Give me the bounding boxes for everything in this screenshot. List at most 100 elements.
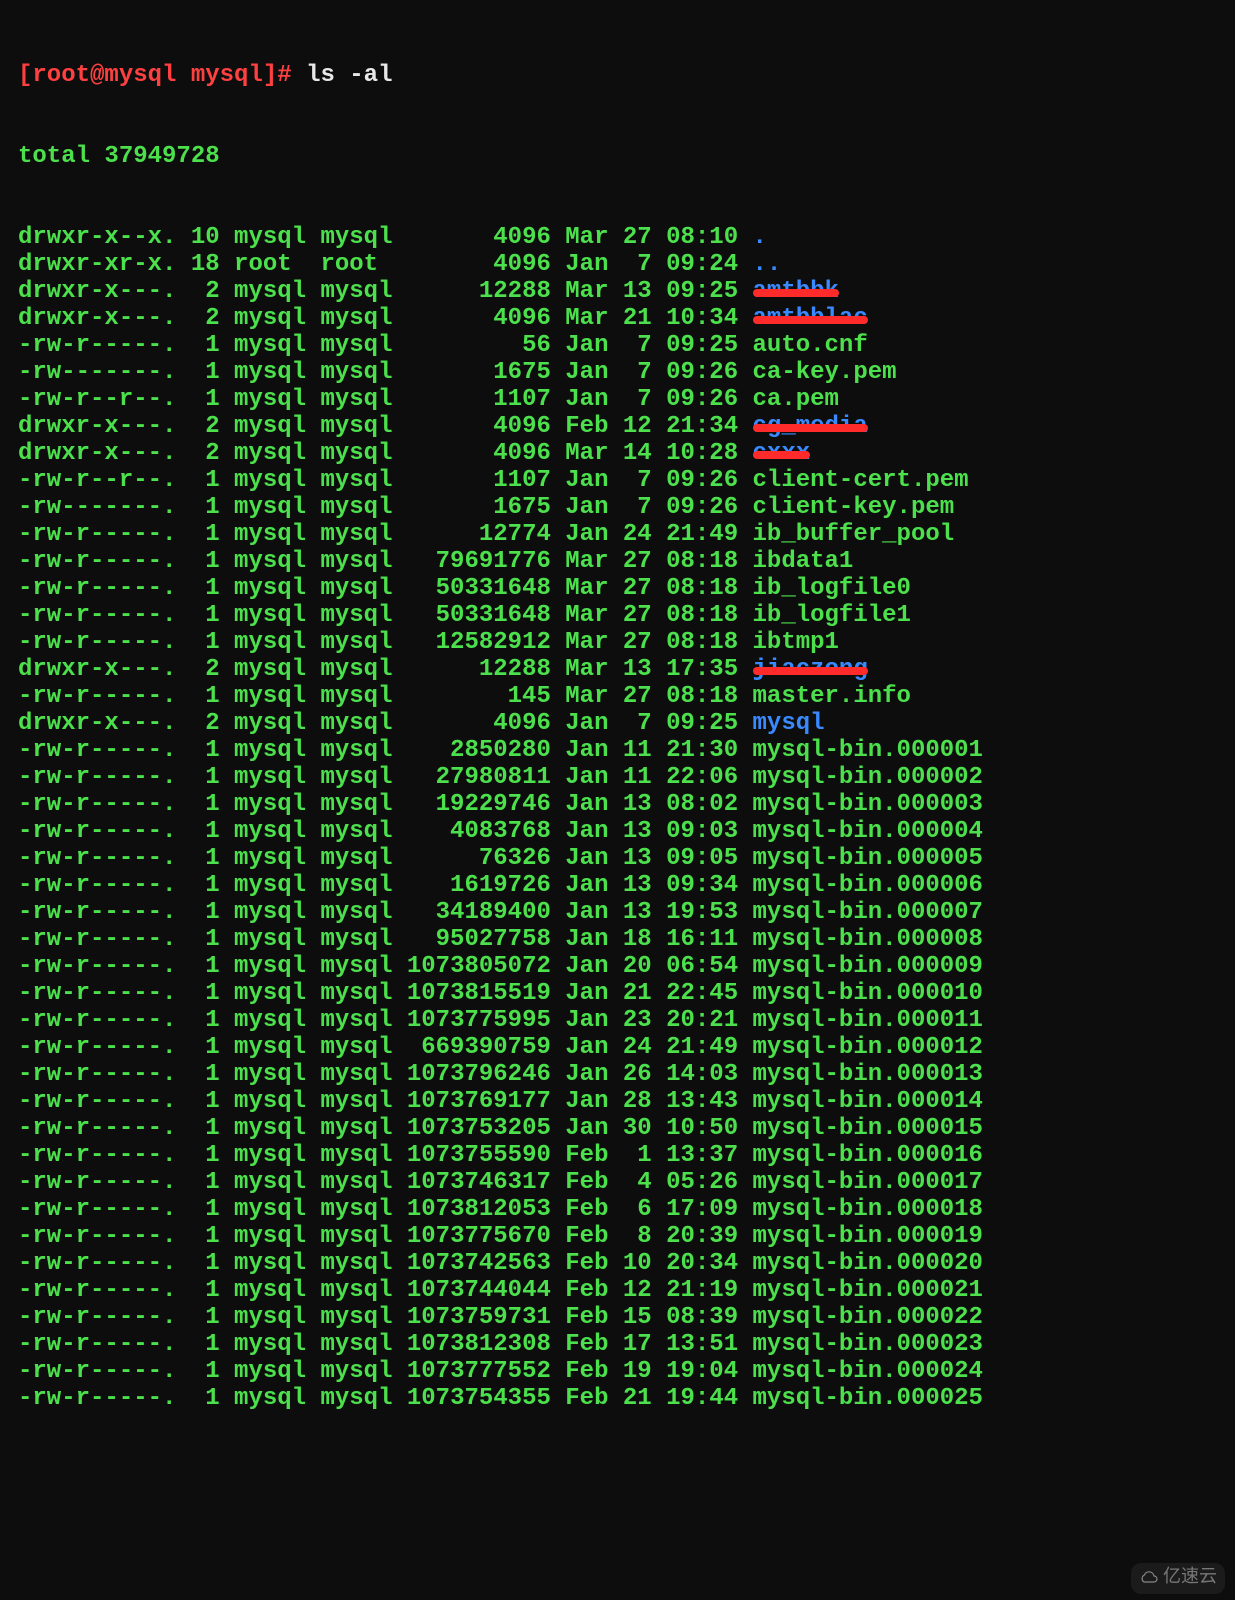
prompt-command: ls -al xyxy=(306,62,392,89)
size: 1073754355 xyxy=(407,1385,551,1412)
link-count: 1 xyxy=(191,1223,220,1250)
size: 4096 xyxy=(407,413,551,440)
terminal-output[interactable]: [root@mysql mysql]# ls -al total 3794972… xyxy=(0,0,1235,1447)
owner: mysql xyxy=(234,1034,306,1061)
group: mysql xyxy=(320,359,392,386)
perm: -rw-r-----. xyxy=(18,1223,176,1250)
link-count: 1 xyxy=(191,1061,220,1088)
file-name: mysql-bin.000013 xyxy=(753,1061,983,1088)
cloud-icon xyxy=(1139,1568,1163,1588)
list-row: -rw-r-----. 1 mysql mysql 1073815519 Jan… xyxy=(18,980,1217,1007)
owner: mysql xyxy=(234,575,306,602)
size: 145 xyxy=(407,683,551,710)
date: Jan 7 09:26 xyxy=(565,359,738,386)
owner: mysql xyxy=(234,1277,306,1304)
file-name: mysql-bin.000015 xyxy=(753,1115,983,1142)
size: 2850280 xyxy=(407,737,551,764)
file-name: ib_buffer_pool xyxy=(753,521,955,548)
group: root xyxy=(320,251,392,278)
group: mysql xyxy=(320,467,392,494)
date: Jan 11 21:30 xyxy=(565,737,738,764)
perm: drwxr-x---. xyxy=(18,440,176,467)
date: Mar 27 08:10 xyxy=(565,224,738,251)
file-name: mysql-bin.000011 xyxy=(753,1007,983,1034)
perm: -rw-------. xyxy=(18,359,176,386)
listing-rows: drwxr-x--x. 10 mysql mysql 4096 Mar 27 0… xyxy=(18,224,1217,1412)
size: 1073753205 xyxy=(407,1115,551,1142)
list-row: -rw-r-----. 1 mysql mysql 50331648 Mar 2… xyxy=(18,575,1217,602)
watermark: 亿速云 xyxy=(1131,1563,1225,1594)
total-line: total 37949728 xyxy=(18,143,1217,170)
date: Mar 27 08:18 xyxy=(565,548,738,575)
group: mysql xyxy=(320,1034,392,1061)
link-count: 2 xyxy=(191,305,220,332)
link-count: 10 xyxy=(191,224,220,251)
date: Feb 12 21:19 xyxy=(565,1277,738,1304)
link-count: 1 xyxy=(191,575,220,602)
file-name: mysql-bin.000003 xyxy=(753,791,983,818)
group: mysql xyxy=(320,332,392,359)
file-name: . xyxy=(753,224,767,251)
link-count: 1 xyxy=(191,1142,220,1169)
link-count: 1 xyxy=(191,521,220,548)
link-count: 1 xyxy=(191,764,220,791)
owner: mysql xyxy=(234,359,306,386)
group: mysql xyxy=(320,1250,392,1277)
link-count: 1 xyxy=(191,953,220,980)
list-row: -rw-r-----. 1 mysql mysql 669390759 Jan … xyxy=(18,1034,1217,1061)
date: Mar 14 10:28 xyxy=(565,440,738,467)
date: Jan 11 22:06 xyxy=(565,764,738,791)
perm: drwxr-x---. xyxy=(18,278,176,305)
owner: mysql xyxy=(234,224,306,251)
link-count: 1 xyxy=(191,1088,220,1115)
list-row: -rw-r-----. 1 mysql mysql 1073746317 Feb… xyxy=(18,1169,1217,1196)
perm: -rw-r-----. xyxy=(18,1007,176,1034)
link-count: 1 xyxy=(191,1115,220,1142)
date: Mar 21 10:34 xyxy=(565,305,738,332)
link-count: 2 xyxy=(191,413,220,440)
list-row: drwxr-xr-x. 18 root root 4096 Jan 7 09:2… xyxy=(18,251,1217,278)
file-name: ib_logfile0 xyxy=(753,575,911,602)
list-row: -rw-r-----. 1 mysql mysql 1073777552 Feb… xyxy=(18,1358,1217,1385)
list-row: drwxr-x---. 2 mysql mysql 12288 Mar 13 0… xyxy=(18,278,1217,305)
date: Feb 17 13:51 xyxy=(565,1331,738,1358)
perm: -rw-r-----. xyxy=(18,1142,176,1169)
size: 4096 xyxy=(407,440,551,467)
group: mysql xyxy=(320,953,392,980)
perm: -rw-r-----. xyxy=(18,980,176,1007)
list-row: -rw-r-----. 1 mysql mysql 1073769177 Jan… xyxy=(18,1088,1217,1115)
date: Jan 18 16:11 xyxy=(565,926,738,953)
group: mysql xyxy=(320,899,392,926)
size: 50331648 xyxy=(407,602,551,629)
owner: mysql xyxy=(234,1331,306,1358)
owner: mysql xyxy=(234,332,306,359)
group: mysql xyxy=(320,1169,392,1196)
list-row: -rw-r-----. 1 mysql mysql 1073805072 Jan… xyxy=(18,953,1217,980)
date: Jan 20 06:54 xyxy=(565,953,738,980)
size: 12774 xyxy=(407,521,551,548)
group: mysql xyxy=(320,305,392,332)
owner: mysql xyxy=(234,1223,306,1250)
group: mysql xyxy=(320,656,392,683)
group: mysql xyxy=(320,413,392,440)
date: Jan 13 09:05 xyxy=(565,845,738,872)
perm: -rw-------. xyxy=(18,494,176,521)
date: Jan 7 09:25 xyxy=(565,332,738,359)
file-name: mysql-bin.000007 xyxy=(753,899,983,926)
group: mysql xyxy=(320,548,392,575)
date: Jan 13 19:53 xyxy=(565,899,738,926)
perm: -rw-r--r--. xyxy=(18,467,176,494)
group: mysql xyxy=(320,710,392,737)
owner: mysql xyxy=(234,1358,306,1385)
link-count: 1 xyxy=(191,1250,220,1277)
list-row: drwxr-x---. 2 mysql mysql 4096 Feb 12 21… xyxy=(18,413,1217,440)
group: mysql xyxy=(320,1061,392,1088)
owner: mysql xyxy=(234,602,306,629)
file-name: client-cert.pem xyxy=(753,467,969,494)
group: mysql xyxy=(320,791,392,818)
date: Jan 21 22:45 xyxy=(565,980,738,1007)
perm: -rw-r-----. xyxy=(18,1115,176,1142)
date: Jan 24 21:49 xyxy=(565,521,738,548)
date: Feb 1 13:37 xyxy=(565,1142,738,1169)
perm: -rw-r-----. xyxy=(18,872,176,899)
